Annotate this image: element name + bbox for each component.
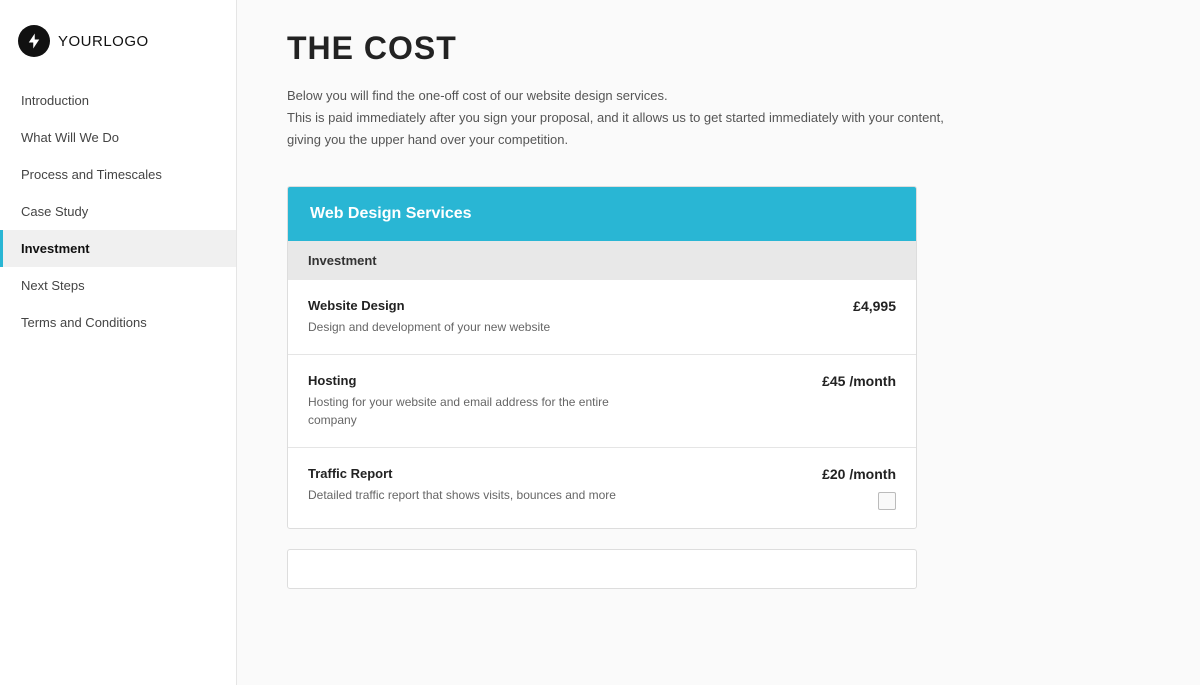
page-title: THE COST <box>287 30 1150 67</box>
service-item-right-website-design: £4,995 <box>833 298 896 314</box>
logo-icon <box>18 25 50 57</box>
service-item-right-traffic: £20 /month <box>802 466 896 510</box>
traffic-report-checkbox[interactable] <box>878 492 896 510</box>
service-price-traffic-report: £20 /month <box>802 466 896 482</box>
service-price-hosting: £45 /month <box>802 373 896 389</box>
lightning-icon <box>25 32 43 50</box>
service-desc-traffic-report: Detailed traffic report that shows visit… <box>308 486 616 504</box>
nav-items: Introduction What Will We Do Process and… <box>0 82 236 341</box>
logo-area: YOURLOGO <box>0 15 236 82</box>
sidebar-item-process-and-timescales[interactable]: Process and Timescales <box>0 156 236 193</box>
service-desc-hosting: Hosting for your website and email addre… <box>308 393 648 429</box>
service-item-hosting: Hosting Hosting for your website and ema… <box>288 355 916 448</box>
logo-normal: LOGO <box>103 33 148 50</box>
logo-text: YOURLOGO <box>58 33 149 50</box>
service-name-traffic-report: Traffic Report <box>308 466 616 481</box>
service-name-website-design: Website Design <box>308 298 550 313</box>
sidebar-item-what-will-we-do[interactable]: What Will We Do <box>0 119 236 156</box>
subtitle-line2: This is paid immediately after you sign … <box>287 110 944 147</box>
logo-bold: YOUR <box>58 33 103 50</box>
service-item-left-hosting: Hosting Hosting for your website and ema… <box>308 373 648 429</box>
main-content: THE COST Below you will find the one-off… <box>237 0 1200 685</box>
services-card: Web Design Services Investment Website D… <box>287 186 917 529</box>
service-price-website-design: £4,995 <box>833 298 896 314</box>
sidebar-item-next-steps[interactable]: Next Steps <box>0 267 236 304</box>
sidebar-item-case-study[interactable]: Case Study <box>0 193 236 230</box>
sidebar: YOURLOGO Introduction What Will We Do Pr… <box>0 0 237 685</box>
service-item-traffic-report: Traffic Report Detailed traffic report t… <box>288 448 916 528</box>
subtitle-line1: Below you will find the one-off cost of … <box>287 88 668 103</box>
page-subtitle: Below you will find the one-off cost of … <box>287 85 967 151</box>
service-desc-website-design: Design and development of your new websi… <box>308 318 550 336</box>
sidebar-item-introduction[interactable]: Introduction <box>0 82 236 119</box>
services-card-header: Web Design Services <box>288 187 916 241</box>
service-item-right-hosting: £45 /month <box>802 373 896 389</box>
service-name-hosting: Hosting <box>308 373 648 388</box>
sidebar-item-terms-and-conditions[interactable]: Terms and Conditions <box>0 304 236 341</box>
investment-section-header: Investment <box>288 241 916 280</box>
service-item-left-traffic: Traffic Report Detailed traffic report t… <box>308 466 616 504</box>
sidebar-item-investment[interactable]: Investment <box>0 230 236 267</box>
service-item-left: Website Design Design and development of… <box>308 298 550 336</box>
second-card-placeholder <box>287 549 917 589</box>
service-item-website-design: Website Design Design and development of… <box>288 280 916 355</box>
